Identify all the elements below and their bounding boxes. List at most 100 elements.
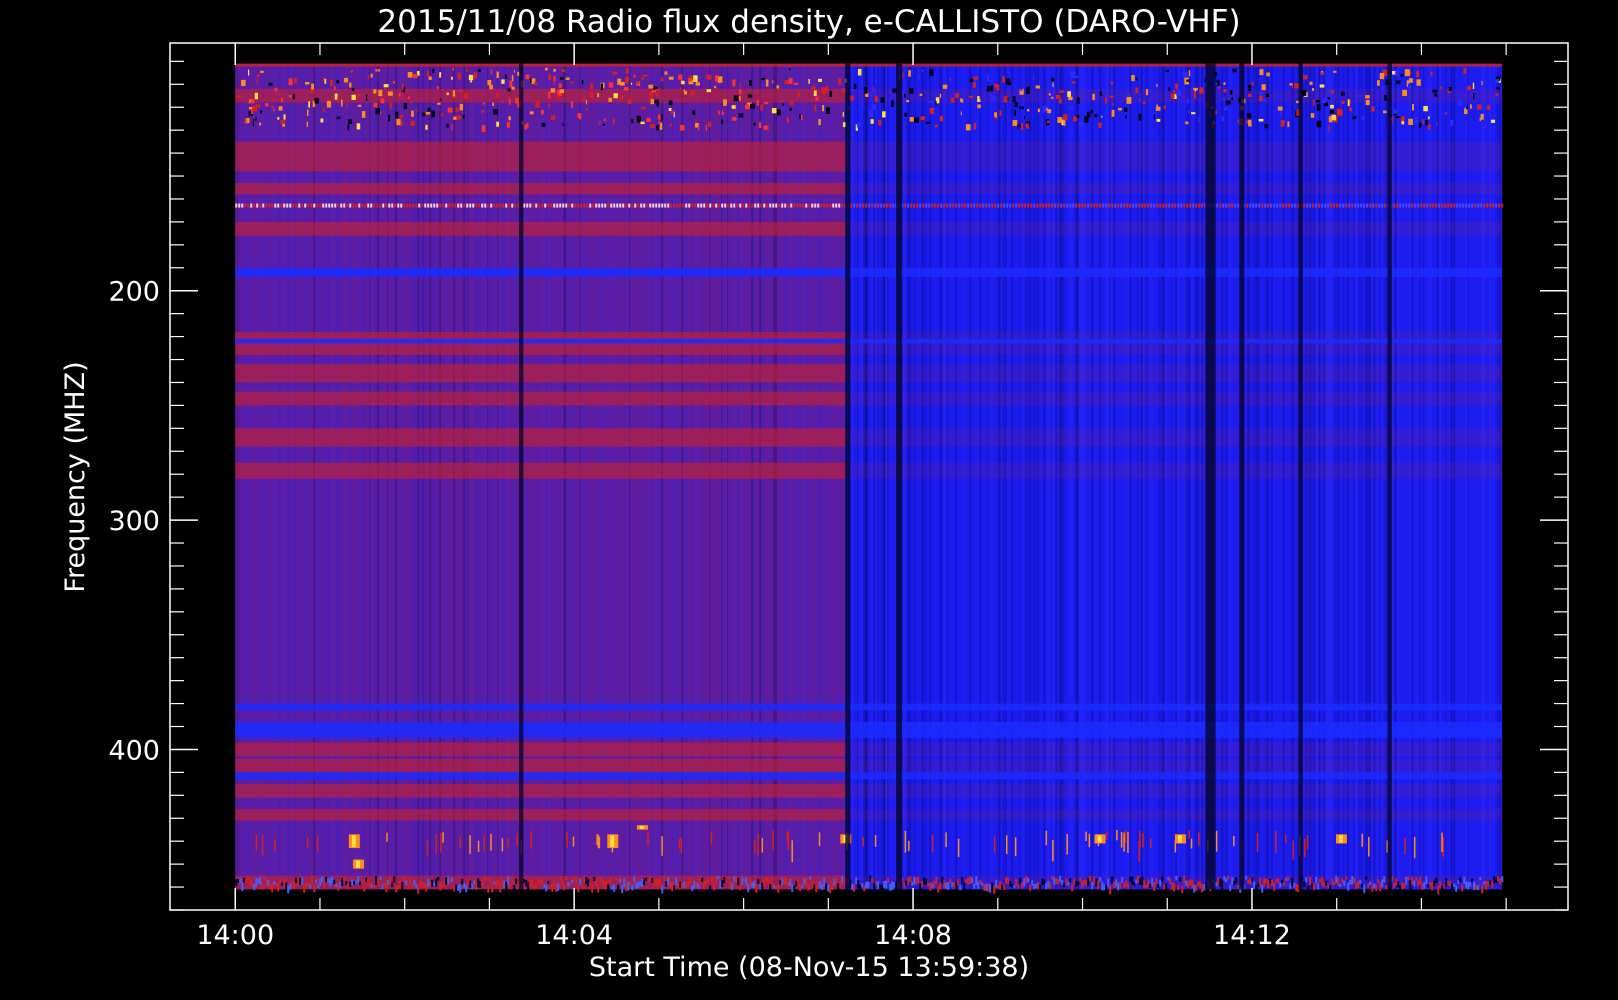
speckle bbox=[771, 108, 777, 114]
bottom-noise bbox=[1435, 877, 1438, 883]
band-red-early bbox=[235, 391, 846, 406]
rfi-line-163 bbox=[1132, 203, 1135, 208]
speckle bbox=[493, 109, 498, 115]
speckle bbox=[1393, 109, 1398, 114]
rfi-line-163 bbox=[1477, 203, 1480, 208]
speckle bbox=[380, 98, 385, 104]
bottom-noise bbox=[1491, 881, 1494, 888]
speckle bbox=[252, 119, 255, 127]
bottom-noise bbox=[397, 884, 400, 889]
bottom-noise bbox=[301, 877, 304, 886]
bottom-noise bbox=[1401, 882, 1404, 890]
rfi-line-163 bbox=[868, 203, 871, 208]
bottom-noise bbox=[291, 880, 294, 888]
speckle bbox=[949, 78, 951, 81]
bottom-noise bbox=[951, 882, 954, 888]
speckle bbox=[314, 97, 319, 104]
rfi-line-163 bbox=[1486, 203, 1489, 208]
bottom-noise bbox=[1253, 881, 1256, 890]
bottom-noise bbox=[1237, 885, 1240, 889]
bottom-noise bbox=[1155, 878, 1158, 885]
bottom-noise bbox=[287, 885, 290, 894]
rfi-line-163 bbox=[1273, 203, 1276, 208]
bottom-noise bbox=[239, 877, 242, 884]
bottom-noise bbox=[315, 879, 318, 884]
rfi-line-163 bbox=[367, 203, 370, 208]
rfi-line-163 bbox=[1057, 203, 1060, 208]
bottom-noise bbox=[773, 884, 776, 889]
burst-tick bbox=[874, 835, 877, 847]
speckle bbox=[446, 92, 449, 96]
bottom-noise bbox=[1285, 877, 1288, 881]
speckle bbox=[627, 98, 632, 105]
speckle bbox=[1104, 97, 1107, 104]
speckle bbox=[683, 89, 685, 92]
speckle bbox=[1221, 116, 1225, 122]
speckle bbox=[761, 77, 765, 81]
bottom-noise bbox=[1179, 877, 1182, 882]
bottom-noise bbox=[305, 881, 308, 887]
rfi-line-163 bbox=[1279, 203, 1282, 208]
speckle bbox=[1138, 97, 1142, 103]
speckle bbox=[283, 114, 286, 120]
speckle bbox=[501, 79, 505, 84]
speckle bbox=[330, 79, 334, 87]
speckle bbox=[692, 90, 696, 95]
rfi-line-163 bbox=[1318, 203, 1321, 208]
speckle bbox=[1404, 69, 1410, 77]
bottom-noise bbox=[1295, 883, 1298, 892]
rfi-line-163 bbox=[1066, 203, 1069, 208]
speckle bbox=[383, 84, 389, 88]
burst-tick bbox=[904, 830, 907, 853]
bottom-noise bbox=[1007, 877, 1010, 885]
speckle bbox=[776, 85, 780, 89]
bottom-noise bbox=[637, 881, 640, 889]
rfi-line-163 bbox=[778, 203, 781, 208]
rfi-line-163 bbox=[1255, 203, 1258, 208]
bottom-noise bbox=[553, 879, 556, 887]
rfi-line-163 bbox=[1384, 203, 1387, 208]
speckle bbox=[1014, 102, 1018, 108]
rfi-line-163 bbox=[1018, 203, 1021, 208]
bottom-noise bbox=[381, 883, 384, 890]
rfi-line-163 bbox=[1276, 203, 1279, 208]
bottom-noise bbox=[973, 883, 976, 889]
bottom-noise bbox=[1263, 878, 1266, 888]
rfi-line-163 bbox=[724, 203, 727, 208]
rfi-line-163 bbox=[760, 203, 763, 208]
bottom-noise bbox=[409, 877, 412, 885]
rfi-line-163 bbox=[1171, 203, 1174, 208]
speckle bbox=[1496, 87, 1501, 90]
bottom-noise bbox=[859, 884, 862, 891]
bottom-noise bbox=[273, 880, 276, 885]
bottom-noise bbox=[707, 878, 710, 883]
speckle bbox=[578, 113, 582, 120]
rfi-line-163 bbox=[262, 203, 265, 208]
rfi-line-163 bbox=[1354, 203, 1357, 208]
bottom-noise bbox=[453, 884, 456, 892]
speckle bbox=[1265, 93, 1270, 98]
speckle bbox=[1377, 80, 1380, 86]
bottom-noise bbox=[903, 882, 906, 888]
bottom-noise bbox=[539, 879, 542, 886]
bottom-noise bbox=[385, 883, 388, 892]
rfi-line-163 bbox=[1471, 203, 1474, 208]
bottom-noise bbox=[1485, 880, 1488, 890]
speckle bbox=[1098, 122, 1102, 128]
bottom-noise bbox=[493, 881, 496, 885]
rfi-line-163 bbox=[1327, 203, 1330, 208]
speckle bbox=[1383, 110, 1387, 114]
speckle bbox=[1303, 75, 1308, 80]
bottom-noise bbox=[843, 878, 846, 886]
bottom-noise bbox=[813, 884, 816, 890]
speckle bbox=[1408, 78, 1413, 83]
speckle bbox=[633, 74, 636, 78]
bottom-noise bbox=[1061, 880, 1064, 886]
speckle bbox=[1145, 88, 1149, 96]
bottom-noise bbox=[827, 884, 830, 892]
bottom-noise bbox=[791, 884, 794, 893]
rfi-line-163 bbox=[931, 203, 934, 208]
bottom-noise bbox=[1091, 881, 1094, 890]
speckle bbox=[739, 81, 741, 89]
rfi-line-163 bbox=[823, 203, 826, 208]
